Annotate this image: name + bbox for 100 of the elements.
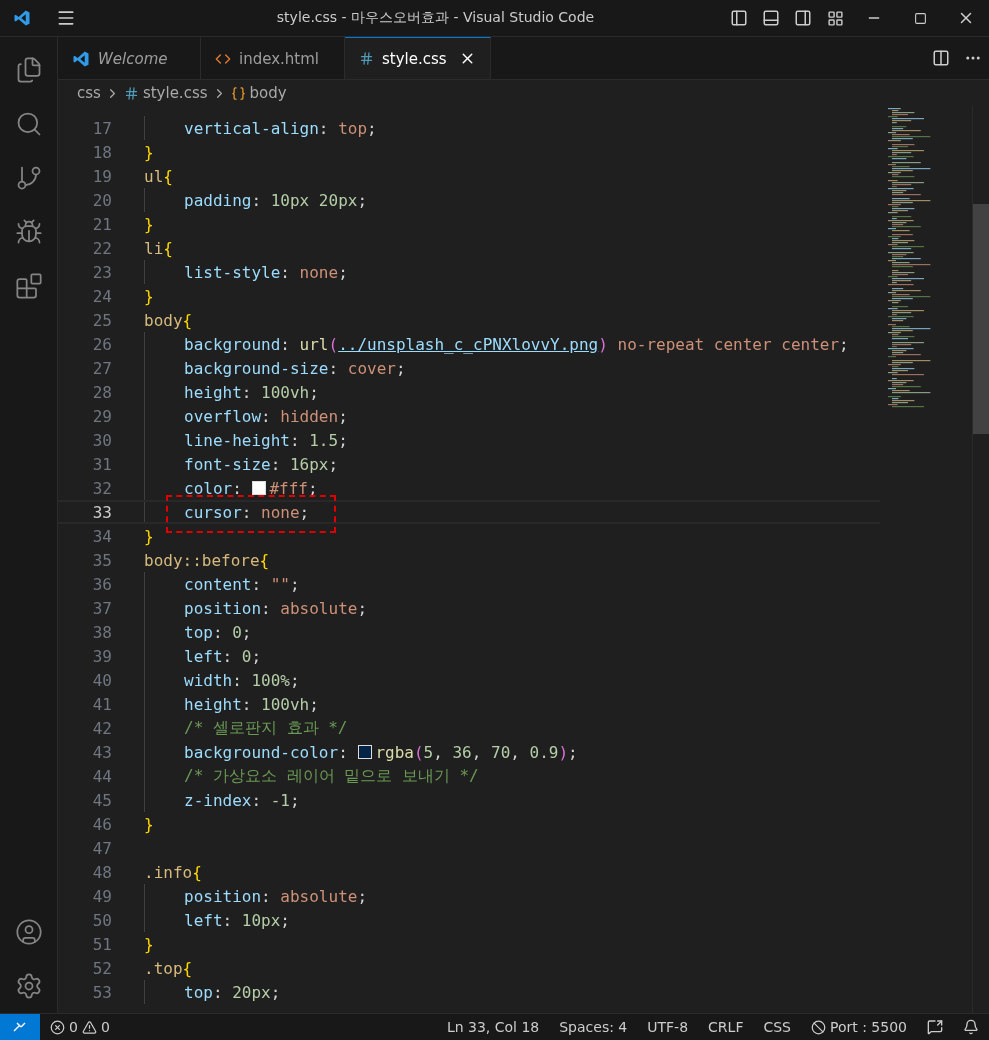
- scrollbar[interactable]: [972, 106, 989, 1013]
- code-text: vertical-align: top;: [184, 118, 377, 138]
- line-number: 27: [91, 358, 113, 378]
- code-text: /* 셀로판지 효과 */: [184, 717, 348, 739]
- line-number: 22: [91, 238, 113, 258]
- status-item[interactable]: CSS: [753, 1019, 801, 1035]
- line-number: 43: [91, 742, 113, 762]
- line-number: 25: [91, 310, 113, 330]
- code-text: top: 0;: [184, 622, 252, 642]
- line-number: 52: [91, 958, 113, 978]
- hash-icon: [359, 51, 374, 66]
- code-text: ul{: [144, 166, 173, 186]
- breadcrumb-item[interactable]: body: [249, 84, 287, 102]
- line-number: 20: [91, 190, 113, 210]
- line-number: 44: [91, 766, 113, 786]
- port-status[interactable]: Port : 5500: [830, 1019, 907, 1035]
- line-number: 30: [91, 430, 113, 450]
- code-text: }: [144, 286, 154, 306]
- port-icon[interactable]: [811, 1019, 826, 1035]
- code-text: background-color:: [184, 742, 349, 762]
- code-text: body{: [144, 310, 193, 330]
- window-title: style.css - 마우스오버효과 - Visual Studio Code: [275, 9, 596, 27]
- breadcrumb-item[interactable]: css: [77, 84, 101, 102]
- code-text: font-size: 16px;: [184, 454, 339, 474]
- line-number: 28: [91, 382, 113, 402]
- line-number: 53: [91, 982, 113, 1002]
- code-text: position: absolute;: [184, 598, 368, 618]
- line-number: 17: [91, 118, 113, 138]
- code-text: cursor: none;: [184, 502, 310, 522]
- code-text: overflow: hidden;: [184, 406, 348, 426]
- code-text: list-style: none;: [184, 262, 348, 282]
- code-text: height: 100vh;: [184, 382, 319, 402]
- code-text: .top{: [144, 958, 193, 978]
- color-swatch-icon[interactable]: [358, 745, 373, 759]
- code-text: rgba(5, 36, 70, 0.9);: [375, 742, 578, 762]
- code-text: left: 0;: [184, 646, 262, 666]
- line-number: 21: [91, 214, 113, 234]
- line-number: 18: [91, 142, 113, 162]
- symbol-icon: [230, 85, 246, 101]
- code-text: position: absolute;: [184, 886, 368, 906]
- feedback-icon[interactable]: [927, 1019, 943, 1035]
- warning-count[interactable]: 0: [100, 1019, 110, 1035]
- line-number: 31: [91, 454, 113, 474]
- line-number: 46: [91, 814, 113, 834]
- line-number: 19: [91, 166, 113, 186]
- notifications-icon[interactable]: [963, 1019, 979, 1035]
- code-text: body::before{: [144, 550, 270, 570]
- line-number: 39: [91, 646, 113, 666]
- code-text: /* 가상요소 레이어 밑으로 보내기 */: [184, 765, 479, 787]
- status-item[interactable]: UTF-8: [637, 1019, 699, 1035]
- line-number: 33: [91, 502, 113, 522]
- code-text: line-height: 1.5;: [184, 430, 348, 450]
- line-number: 24: [91, 286, 113, 306]
- code-text: width: 100%;: [184, 670, 300, 690]
- line-number: 40: [91, 670, 113, 690]
- code-text: height: 100vh;: [184, 694, 319, 714]
- minimap-drawing[interactable]: [888, 108, 931, 408]
- line-number: 29: [91, 406, 113, 426]
- error-count[interactable]: 0: [69, 1019, 78, 1035]
- status-item[interactable]: Ln 33, Col 18: [436, 1019, 550, 1035]
- line-number: 37: [91, 598, 113, 618]
- line-number: 42: [91, 718, 113, 738]
- code-text: background: url(../unsplash_c_cPNXlovvY.png) no-repeat center center;: [184, 334, 849, 354]
- code-text: z-index: -1;: [184, 790, 300, 810]
- line-number: 26: [91, 334, 113, 354]
- editor-tab[interactable]: style.css: [345, 37, 491, 79]
- line-number: 38: [91, 622, 113, 642]
- code-text: left: 10px;: [184, 910, 290, 930]
- status-item[interactable]: Spaces: 4: [549, 1019, 638, 1035]
- color-swatch-icon[interactable]: [252, 481, 267, 495]
- vscode-logo-icon: [72, 49, 90, 68]
- code-text: }: [144, 526, 154, 546]
- line-number: 51: [91, 934, 113, 954]
- line-number: 32: [91, 478, 113, 498]
- warning-icon[interactable]: [81, 1019, 97, 1035]
- line-number: 49: [91, 886, 113, 906]
- status-item[interactable]: CRLF: [698, 1019, 754, 1035]
- line-number: 47: [91, 838, 113, 858]
- code-text: top: 20px;: [184, 982, 281, 1002]
- hash-icon: [123, 85, 139, 101]
- line-number: 41: [91, 694, 113, 714]
- code-text: content: "";: [184, 574, 300, 594]
- line-number: 48: [91, 862, 113, 882]
- code-text: }: [144, 214, 154, 234]
- line-number: 50: [91, 910, 113, 930]
- line-number: 35: [91, 550, 113, 570]
- code-text: .info{: [144, 862, 202, 882]
- error-icon[interactable]: [50, 1019, 65, 1035]
- code-text: background-size: cover;: [184, 358, 406, 378]
- line-number: 34: [91, 526, 113, 546]
- code-text: }: [144, 934, 154, 954]
- line-number: 23: [91, 262, 113, 282]
- code-text: li{: [144, 238, 173, 258]
- line-number: 36: [91, 574, 113, 594]
- code-text: padding: 10px 20px;: [184, 190, 368, 210]
- code-text: color:: [184, 478, 243, 498]
- line-number: 45: [91, 790, 113, 810]
- code-text: }: [144, 142, 154, 162]
- breadcrumb-item[interactable]: style.css: [142, 84, 208, 102]
- code-text: }: [144, 814, 154, 834]
